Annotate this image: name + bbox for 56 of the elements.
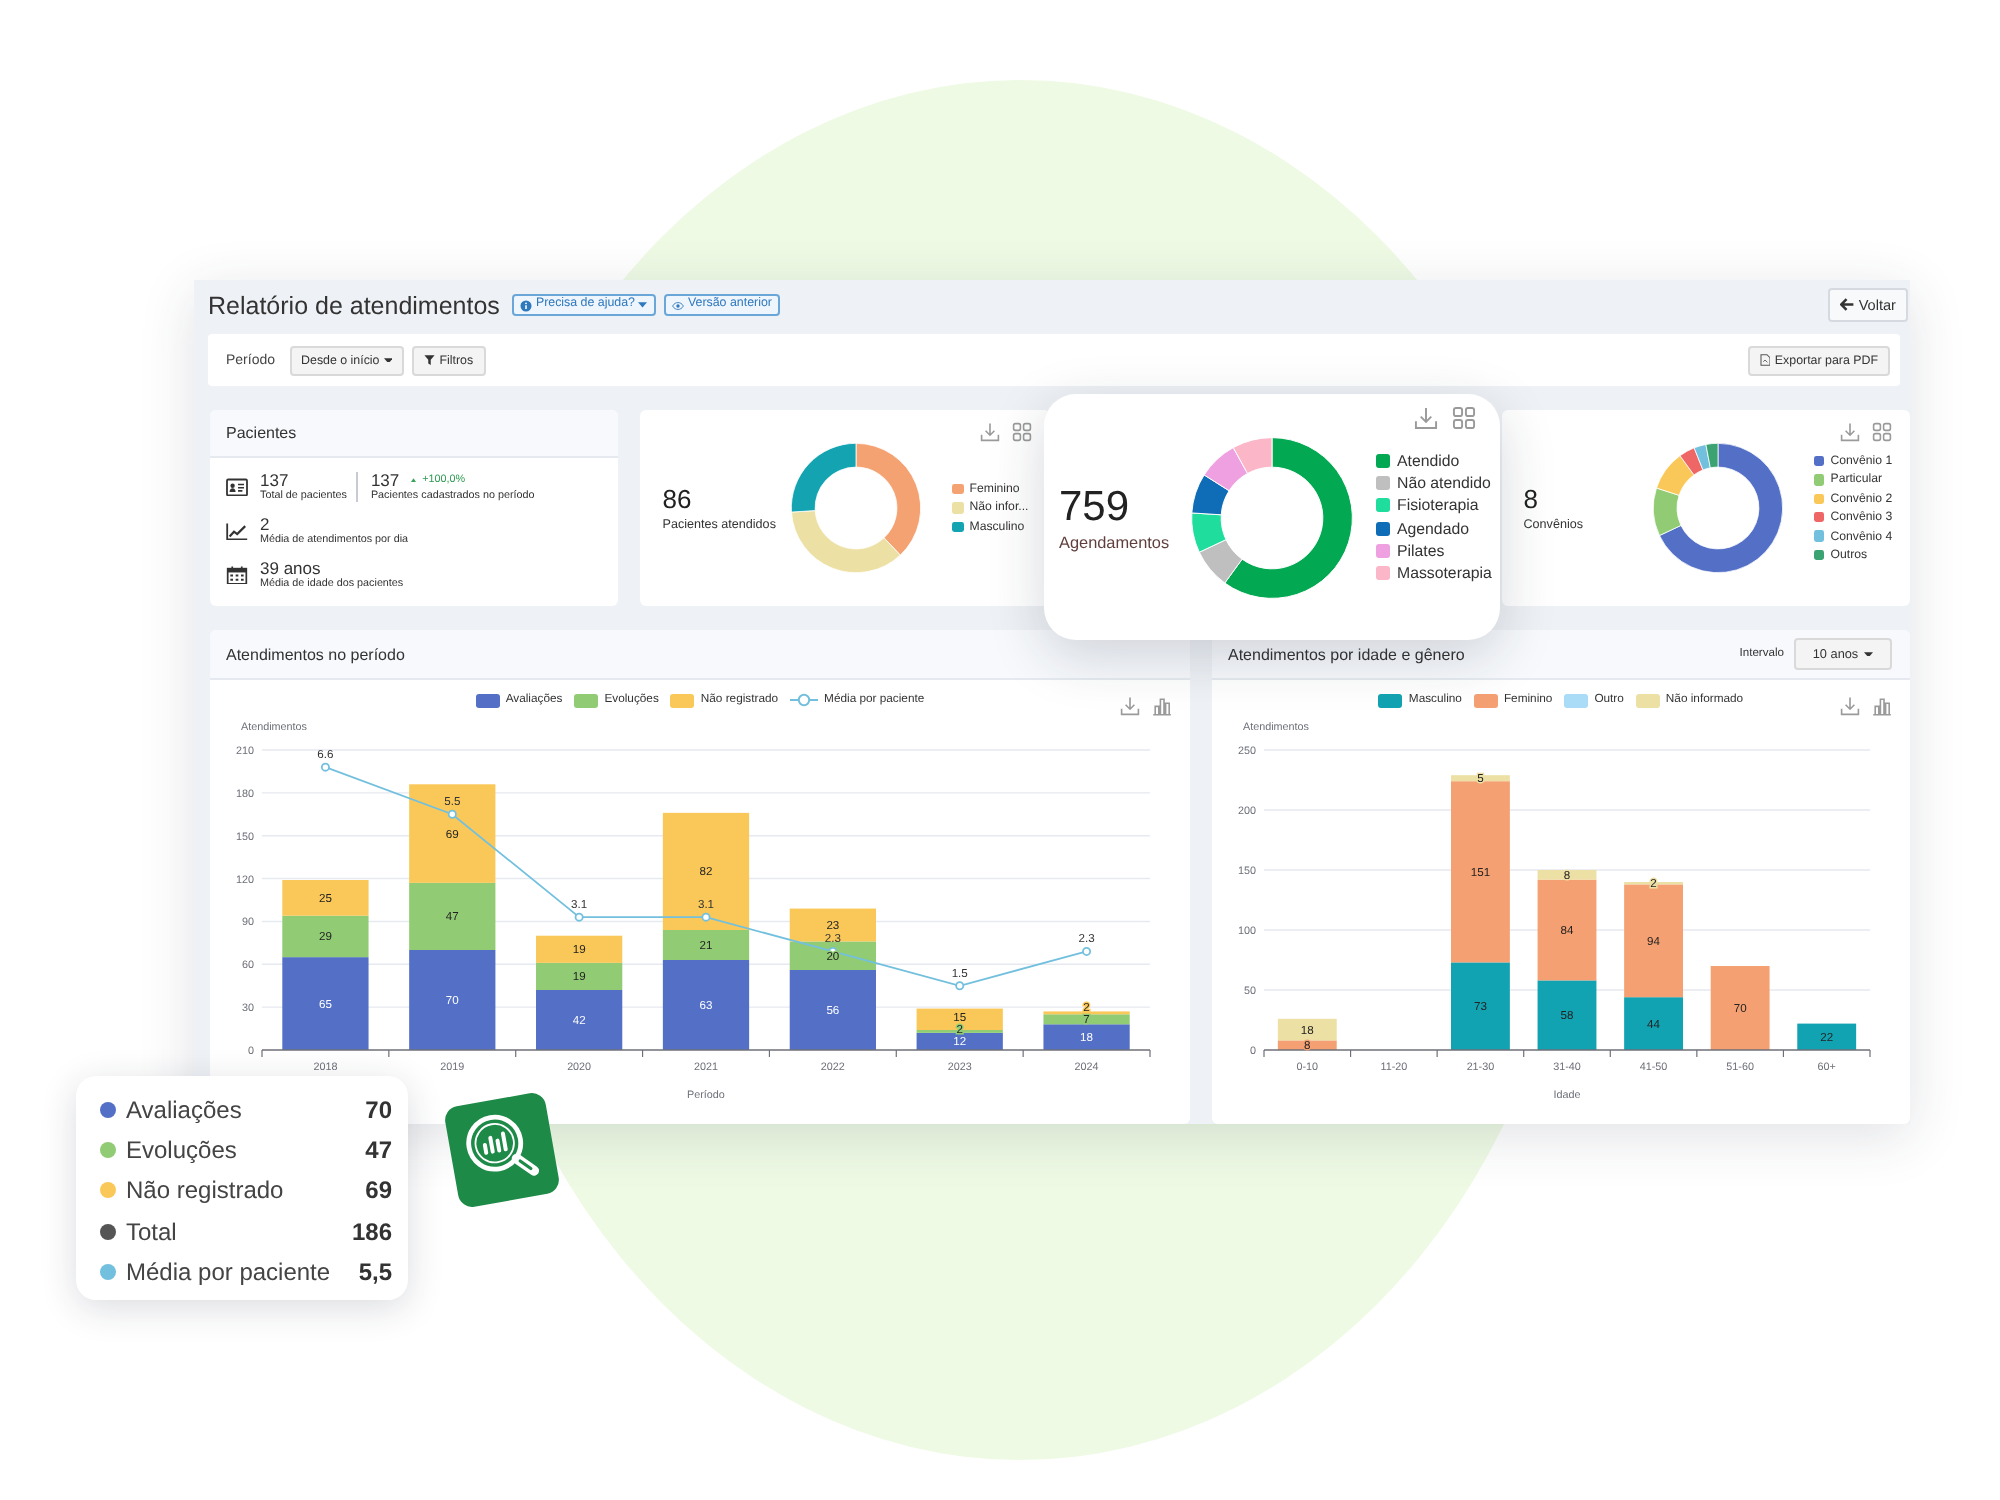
stat-caption: Agendamentos	[1059, 531, 1172, 553]
bar-segment	[282, 880, 369, 916]
stat-value: 137	[370, 470, 400, 490]
tooltip-label: Total	[126, 1217, 177, 1246]
download-icon[interactable]	[1120, 696, 1140, 716]
filter-icon	[424, 354, 436, 366]
card-title: Pacientes	[226, 424, 297, 442]
page-title: Relatório de atendimentos	[208, 291, 500, 319]
id-card-icon	[226, 477, 248, 497]
data-point-icon	[320, 762, 330, 772]
stat-value: 8	[1523, 483, 1540, 515]
eye-icon	[671, 299, 684, 311]
caret-icon	[1864, 651, 1874, 657]
tooltip-value: 186	[351, 1217, 392, 1246]
info-icon	[519, 299, 532, 311]
panel-title: Atendimentos por idade e gênero	[1228, 645, 1465, 663]
tooltip-value: 5,5	[358, 1257, 392, 1286]
bar-chart-icon[interactable]	[1872, 696, 1892, 716]
line-chart-icon	[226, 521, 248, 541]
document-icon	[1759, 354, 1771, 366]
data-point-icon	[574, 912, 584, 922]
caret-icon	[638, 302, 648, 308]
tooltip-label: Avaliações	[126, 1096, 242, 1125]
bar-segment	[1710, 966, 1770, 1050]
download-icon[interactable]	[1840, 696, 1860, 716]
data-point-icon	[701, 912, 711, 922]
grid-icon[interactable]	[1872, 422, 1892, 442]
data-point-icon	[828, 946, 838, 956]
bar-segment	[536, 935, 623, 963]
stat-value: 137	[260, 470, 291, 490]
data-point-icon	[955, 981, 965, 991]
tooltip-label: Média por paciente	[126, 1257, 331, 1286]
caret-up-icon	[409, 477, 417, 483]
stat-value: 86	[662, 483, 694, 515]
data-point-icon	[1082, 946, 1092, 956]
download-icon[interactable]	[979, 422, 999, 442]
panel-title: Atendimentos no período	[226, 645, 405, 663]
grid-icon[interactable]	[1451, 406, 1475, 430]
grid-icon[interactable]	[1011, 422, 1031, 442]
stat-value: 759	[1059, 481, 1132, 531]
bar-segment	[1797, 1023, 1857, 1050]
download-icon[interactable]	[1840, 422, 1860, 442]
tooltip-value: 70	[365, 1096, 392, 1125]
bar-chart-icon[interactable]	[1152, 696, 1172, 716]
tooltip-value: 69	[365, 1176, 392, 1205]
stat-value: 2	[260, 514, 272, 534]
tooltip-label: Evoluções	[126, 1136, 237, 1165]
download-icon[interactable]	[1413, 406, 1437, 430]
stat-value: 39 anos	[260, 558, 323, 578]
bar-segment	[789, 908, 876, 942]
calendar-icon	[226, 565, 248, 585]
arrow-left-icon	[1840, 298, 1855, 312]
tooltip-value: 47	[365, 1136, 392, 1165]
data-point-icon	[447, 809, 457, 819]
caret-icon	[383, 357, 393, 363]
tooltip-label: Não registrado	[126, 1176, 284, 1205]
